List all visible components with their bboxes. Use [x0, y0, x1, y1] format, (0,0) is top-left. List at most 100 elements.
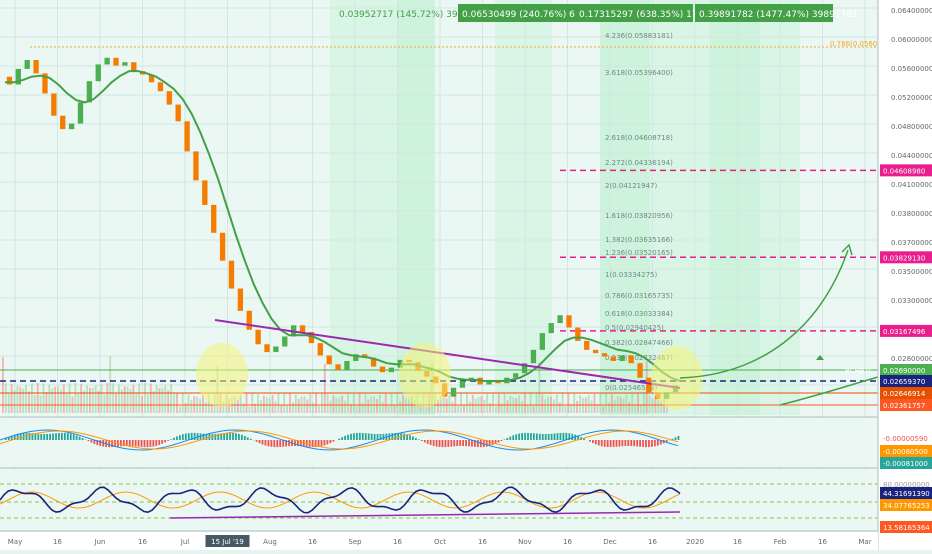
macd-histogram-bar	[436, 440, 438, 447]
macd-histogram-bar	[515, 434, 517, 440]
macd-histogram-bar	[551, 434, 553, 440]
volume-bar	[66, 393, 68, 413]
volume-bar	[605, 393, 607, 413]
macd-histogram-bar	[557, 433, 559, 440]
volume-bar	[568, 393, 570, 413]
volume-bar	[176, 393, 178, 413]
volume-bar	[344, 401, 346, 413]
macd-histogram-bar	[312, 440, 314, 447]
x-tick-label: 16	[393, 538, 402, 546]
volume-bar	[579, 395, 581, 413]
macd-histogram-bar	[338, 439, 340, 440]
volume-bar	[594, 394, 596, 413]
macd-histogram-bar	[524, 433, 526, 440]
volume-bar	[77, 394, 79, 413]
macd-histogram-bar	[132, 440, 134, 446]
volume-bar	[205, 402, 207, 413]
macd-histogram-bar	[55, 433, 57, 440]
candle	[158, 82, 163, 91]
macd-value-label: -0.00000590	[883, 435, 928, 443]
volume-bar	[492, 393, 494, 413]
volume-bar	[544, 399, 546, 413]
candle	[176, 105, 181, 122]
y-tick-label: 0.03700000	[891, 239, 932, 247]
candle	[184, 121, 189, 151]
candle	[531, 350, 536, 363]
macd-histogram-bar	[67, 433, 69, 440]
macd-histogram-bar	[421, 440, 423, 441]
macd-histogram-bar	[371, 434, 373, 440]
macd-histogram-bar	[329, 440, 331, 443]
price-level-label: 0.03829130	[883, 254, 925, 262]
x-tick-label: 16	[138, 538, 147, 546]
macd-histogram-bar	[610, 440, 612, 447]
volume-bar	[599, 393, 601, 413]
volume-bar	[14, 390, 16, 413]
macd-histogram-bar	[530, 433, 532, 440]
volume-bar	[95, 385, 97, 413]
volume-bar	[562, 393, 564, 413]
volume-bar	[272, 395, 274, 413]
macd-histogram-bar	[450, 440, 452, 447]
volume-bar	[315, 393, 317, 413]
macd-histogram-bar	[46, 434, 48, 440]
fib-label: 1(0.03334275)	[605, 271, 657, 279]
macd-histogram-bar	[238, 434, 240, 440]
indicator-panes	[0, 417, 932, 531]
volume-bar	[533, 406, 535, 413]
volume-bar	[63, 384, 65, 413]
candle	[513, 373, 518, 377]
volume-bar	[536, 393, 538, 413]
candle	[549, 323, 554, 333]
volume-bar	[46, 392, 48, 413]
volume-bar	[31, 384, 33, 413]
macd-histogram-bar	[565, 433, 567, 440]
volume-bar	[5, 383, 7, 413]
macd-histogram-bar	[678, 436, 680, 440]
volume-bar	[524, 394, 526, 413]
volume-bar	[286, 406, 288, 413]
macd-histogram-bar	[624, 440, 626, 446]
price-level-label: 0.02690000	[883, 367, 925, 375]
volume-bar	[521, 401, 523, 413]
macd-histogram-bar	[273, 440, 275, 447]
macd-histogram-bar	[359, 433, 361, 440]
macd-histogram-bar	[622, 440, 624, 446]
volume-bar	[150, 384, 152, 413]
volume-bar	[530, 393, 532, 413]
volume-bar	[449, 395, 451, 413]
candle	[60, 116, 65, 129]
macd-histogram-bar	[445, 440, 447, 447]
macd-histogram-bar	[99, 440, 101, 446]
volume-bar	[623, 399, 625, 413]
x-tick-label: Aug	[263, 538, 277, 546]
volume-bar	[365, 394, 367, 413]
volume-bar	[144, 383, 146, 413]
fib-label: 2(0.04121947)	[605, 182, 657, 190]
volume-bar	[278, 394, 280, 413]
price-level-label: 0.02659370	[883, 378, 925, 386]
macd-histogram-bar	[418, 439, 420, 440]
volume-bar	[298, 399, 300, 413]
candle	[220, 233, 225, 261]
candle	[620, 355, 625, 361]
macd-histogram-bar	[158, 440, 160, 445]
price-level-label: 0.02646914	[883, 390, 926, 398]
highlight-band	[495, 0, 552, 415]
x-tick-label: 16	[478, 538, 487, 546]
price-chart[interactable]: 4.236(0.05883181)3.618(0.05396400)2.618(…	[0, 0, 932, 550]
volume-bar	[182, 393, 184, 413]
candle	[167, 91, 172, 104]
volume-bar	[573, 394, 575, 413]
volume-bar	[559, 403, 561, 413]
macd-histogram-bar	[456, 440, 458, 446]
fib-label: 0.382(0.02847466)	[605, 339, 673, 347]
macd-histogram-bar	[356, 433, 358, 440]
volume-bar	[25, 385, 27, 413]
symbol-label: BCHBTC	[845, 367, 873, 375]
macd-histogram-bar	[43, 434, 45, 440]
volume-bar	[115, 393, 117, 413]
y-tick-label: 0.06400000	[891, 7, 932, 15]
macd-histogram-bar	[548, 434, 550, 440]
x-tick-label: Jun	[94, 538, 106, 546]
